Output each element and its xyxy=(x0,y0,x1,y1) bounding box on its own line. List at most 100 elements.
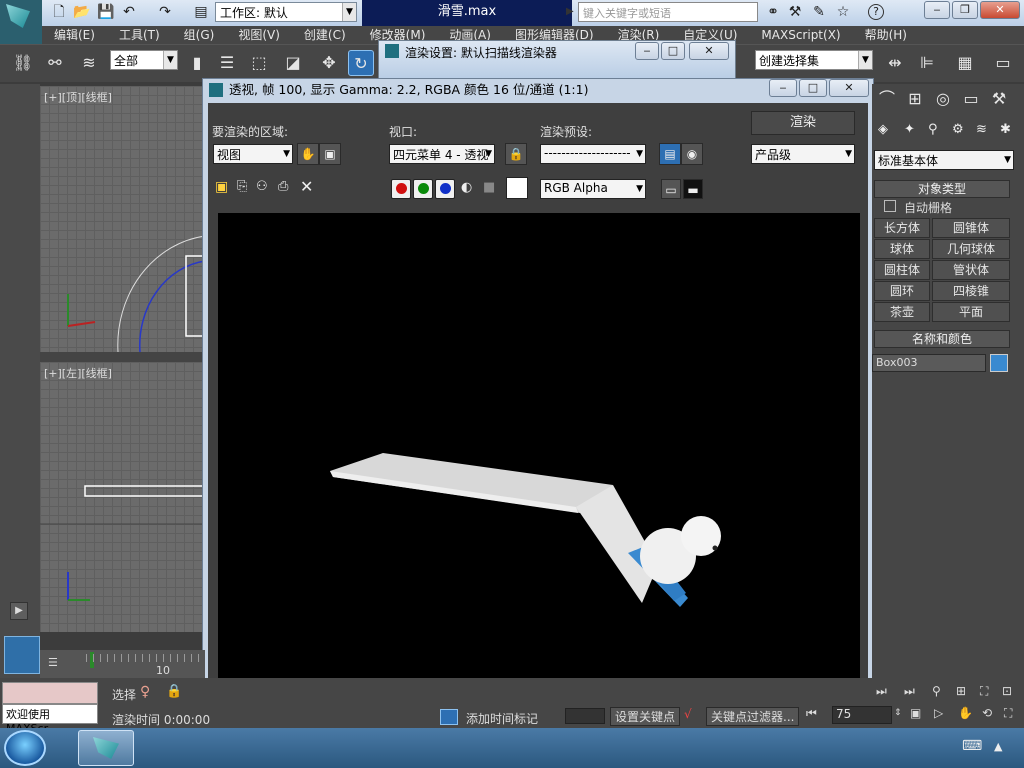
close-button[interactable]: ✕ xyxy=(980,1,1020,19)
select-and-rotate-icon[interactable]: ↻ xyxy=(348,50,374,76)
set-key-button[interactable]: 设置关键点 xyxy=(610,707,681,726)
color-swatch[interactable] xyxy=(506,177,528,199)
box-button[interactable]: 长方体 xyxy=(874,218,930,238)
edit-region-icon[interactable]: ✋ xyxy=(297,143,319,165)
start-button[interactable] xyxy=(4,730,46,766)
clone-frame-icon[interactable]: ⚇ xyxy=(256,179,268,194)
viewport-dropdown[interactable]: 四元菜单 4 - 透视 ▼ xyxy=(389,144,495,164)
clear-icon[interactable]: ✕ xyxy=(300,177,313,196)
workspace-dropdown[interactable]: 工作区: 默认 ▼ xyxy=(215,2,357,22)
field-of-view-icon[interactable]: ▷ xyxy=(934,706,943,720)
zoom-icon[interactable]: ⚲ xyxy=(932,684,941,698)
camera-icon[interactable]: ⚲ xyxy=(928,122,938,137)
align-icon[interactable]: ⊫ xyxy=(914,50,940,76)
toggle-ui-overlay-icon[interactable]: ▭ xyxy=(661,179,681,199)
sphere-button[interactable]: 球体 xyxy=(874,239,930,259)
favorites-star-icon[interactable]: ☆ xyxy=(834,3,852,21)
subscription-icon[interactable]: ✎ xyxy=(810,3,828,21)
link-icon[interactable]: ⛓ xyxy=(10,50,36,76)
menu-group[interactable]: 组(G) xyxy=(172,26,227,44)
zoom-extents-icon[interactable]: ▣ xyxy=(910,706,921,720)
display-tab-icon[interactable]: ▭ xyxy=(958,86,984,112)
menu-create[interactable]: 创建(C) xyxy=(292,26,358,44)
frame-spinner-icon[interactable]: ⇕ xyxy=(894,708,902,718)
orbit-icon[interactable]: ⟲ xyxy=(982,706,992,720)
geometry-icon[interactable]: ◈ xyxy=(878,122,888,137)
select-by-name-icon[interactable]: ☰ xyxy=(214,50,240,76)
rs-close-button[interactable]: ✕ xyxy=(689,42,729,60)
lock-icon[interactable]: 🔒 xyxy=(505,143,527,165)
app-logo-button[interactable] xyxy=(0,0,42,44)
object-name-field[interactable]: Box003 xyxy=(872,354,986,372)
monochrome-icon[interactable]: ■ xyxy=(483,180,495,195)
cone-button[interactable]: 圆锥体 xyxy=(932,218,1010,238)
menu-views[interactable]: 视图(V) xyxy=(226,26,292,44)
binoculars-icon[interactable]: ⚭ xyxy=(764,3,782,21)
keyboard-icon[interactable]: ⌨ xyxy=(962,738,982,754)
systems-icon[interactable]: ✱ xyxy=(1000,122,1011,137)
redo-icon[interactable]: ↷ xyxy=(156,3,174,21)
save-image-icon[interactable]: ▣ xyxy=(215,179,228,195)
mirror-icon[interactable]: ⇹ xyxy=(882,50,908,76)
select-and-move-icon[interactable]: ✥ xyxy=(316,50,342,76)
rs-maximize-button[interactable]: □ xyxy=(661,42,685,60)
spacewarp-icon[interactable]: ≋ xyxy=(976,122,987,137)
help-icon[interactable]: ? xyxy=(868,4,884,20)
viewport-top[interactable]: [+][顶][线框] xyxy=(40,86,205,352)
bind-space-warp-icon[interactable]: ≋ xyxy=(76,50,102,76)
expand-arrow-icon[interactable]: ▶ xyxy=(566,6,574,17)
selection-filter-dropdown[interactable]: 全部 ▼ xyxy=(110,50,178,70)
helper-icon[interactable]: ⚙ xyxy=(952,122,964,137)
teapot-button[interactable]: 茶壶 xyxy=(874,302,930,322)
timeline-config-icon[interactable]: ☰ xyxy=(48,656,58,669)
menu-tools[interactable]: 工具(T) xyxy=(107,26,172,44)
open-file-icon[interactable]: 📂 xyxy=(72,3,90,21)
key-filters-button[interactable]: 关键点过滤器... xyxy=(706,707,800,726)
alpha-channel-icon[interactable]: ◐ xyxy=(461,180,472,195)
restore-button[interactable]: ❐ xyxy=(952,1,978,19)
rs-minimize-button[interactable]: ‒ xyxy=(635,42,659,60)
autogrid-checkbox[interactable] xyxy=(884,200,896,212)
hierarchy-tab-icon[interactable]: ⊞ xyxy=(902,86,928,112)
save-file-icon[interactable]: 💾 xyxy=(96,3,114,21)
go-to-end-icon[interactable]: ⏭ xyxy=(904,684,915,699)
menu-maxscript[interactable]: MAXScript(X) xyxy=(749,26,852,44)
green-channel-button[interactable] xyxy=(413,179,433,199)
scene-explorer-icon[interactable]: ▭ xyxy=(990,50,1016,76)
add-time-tag[interactable]: 添加时间标记 xyxy=(466,710,538,727)
set-key-spinner[interactable] xyxy=(565,708,605,724)
viewport-left[interactable]: [+][左][线框] xyxy=(40,362,205,632)
maximize-viewport-icon[interactable]: ⛶ xyxy=(1004,706,1012,721)
menu-edit[interactable]: 编辑(E) xyxy=(42,26,107,44)
tube-button[interactable]: 管状体 xyxy=(932,260,1010,280)
expand-right-icon[interactable]: ▶ xyxy=(10,602,28,620)
fw-maximize-button[interactable]: □ xyxy=(799,79,827,97)
project-folder-icon[interactable]: ▤ xyxy=(192,3,210,21)
zoom-extents-all-icon[interactable]: ⊡ xyxy=(1002,684,1012,698)
time-tag-icon[interactable] xyxy=(440,709,458,725)
communication-center-icon[interactable]: ⚒ xyxy=(786,3,804,21)
plane-button[interactable]: 平面 xyxy=(932,302,1010,322)
object-type-header[interactable]: 对象类型 xyxy=(874,180,1010,198)
go-to-start-icon[interactable]: ⏮ xyxy=(806,706,817,721)
object-color-swatch[interactable] xyxy=(990,354,1008,372)
auto-region-icon[interactable]: ▣ xyxy=(319,143,341,165)
named-selection-set-dropdown[interactable]: 创建选择集 ▼ xyxy=(755,50,873,70)
maxscript-listener[interactable]: 欢迎使用 MAXScr xyxy=(2,704,98,735)
preset-dropdown[interactable]: -------------------- ▼ xyxy=(540,144,646,164)
quality-dropdown[interactable]: 产品级 ▼ xyxy=(751,144,855,164)
zoom-region-icon[interactable]: ⛶ xyxy=(980,684,988,699)
shapes-tab-icon[interactable]: ⌒ xyxy=(874,86,900,112)
select-object-icon[interactable]: ▮ xyxy=(184,50,210,76)
unlink-icon[interactable]: ⚯ xyxy=(42,50,68,76)
pyramid-button[interactable]: 四棱锥 xyxy=(932,281,1010,301)
rectangular-selection-icon[interactable]: ⬚ xyxy=(246,50,272,76)
channel-display-dropdown[interactable]: RGB Alpha ▼ xyxy=(540,179,646,199)
selection-lock-icon[interactable]: 🔒 xyxy=(166,684,182,699)
fw-close-button[interactable]: ✕ xyxy=(829,79,869,97)
tray-expand-icon[interactable]: ▲ xyxy=(994,740,1002,753)
new-file-icon[interactable]: 🗋 xyxy=(50,3,68,21)
key-mode-icon[interactable]: √ xyxy=(684,707,692,721)
next-frame-icon[interactable]: ⏭ xyxy=(876,684,887,699)
toggle-ui-icon[interactable]: ▬ xyxy=(683,179,703,199)
